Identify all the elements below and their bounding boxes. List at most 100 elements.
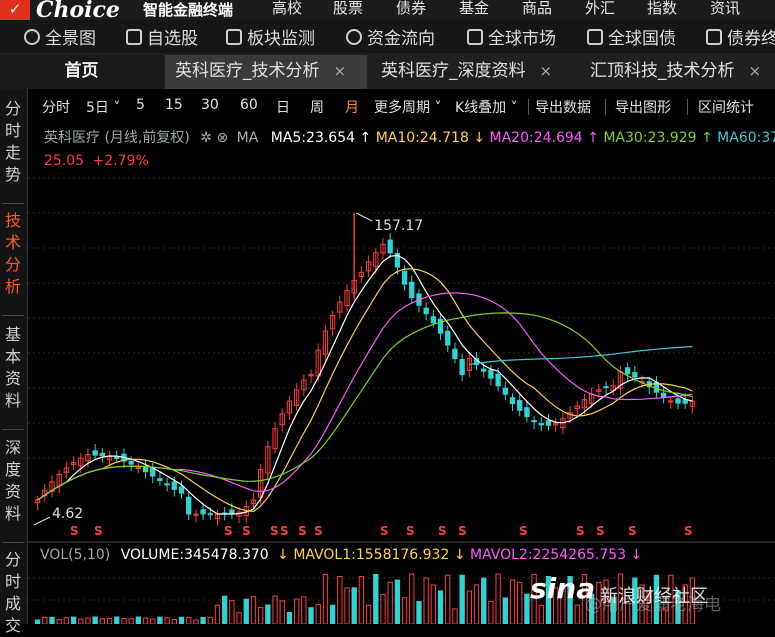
sidebar-item-deep[interactable]: 深度资料 (0, 437, 26, 525)
signal-marker-icon: S (576, 524, 585, 538)
period-week[interactable]: 周 (310, 97, 324, 117)
menu-item-news[interactable]: 资讯 (710, 0, 740, 18)
volume-bar (322, 573, 329, 624)
volume-bar (114, 616, 120, 624)
app-logo-subtitle: 智能金融终端 (143, 1, 234, 19)
menu-item-funds[interactable]: 基金 (459, 0, 489, 18)
export-data-button[interactable]: 导出数据 (535, 97, 591, 117)
candle-body (517, 400, 523, 411)
candlestick-chart[interactable]: 157.174.62S S S S S S S S S S S S S S S S S (28, 123, 775, 543)
ma5-value: MA5:23.654 (270, 130, 356, 146)
volume-bar (452, 608, 458, 624)
toolbar-label: 自选股 (147, 29, 198, 49)
signal-marker-icon: S (314, 524, 323, 538)
export-image-button[interactable]: 导出图形 (615, 97, 671, 117)
chevron-down-icon: ˅ (430, 100, 442, 116)
candle-body (675, 398, 681, 404)
period-toolbar: 分时 5日 ˅ 5 15 30 60 日 周 月 更多周期 ˅ K线叠加 ˅ 导… (28, 89, 775, 123)
period-intraday[interactable]: 分时 (42, 97, 70, 117)
period-5day[interactable]: 5日 ˅ (86, 97, 120, 117)
signal-marker-icon: S (380, 524, 389, 538)
toolbar-fund-flow[interactable]: 资金流向 (346, 24, 435, 49)
arrow-up-icon: ↑ (359, 130, 372, 146)
toolbar-panorama[interactable]: 全景图 (24, 24, 96, 49)
range-stats-button[interactable]: 区间统计 (698, 97, 754, 117)
volume-bar (394, 579, 401, 624)
volume-bar (214, 604, 221, 624)
menu-item-forex[interactable]: 外汇 (585, 0, 615, 18)
screen-icon (706, 28, 722, 45)
volume-bar (42, 616, 48, 624)
low-pointer-line (33, 516, 51, 526)
toolbar-sector-monitor[interactable]: 板块监测 (226, 24, 315, 49)
volume-bar (301, 596, 307, 624)
ma60-value: MA60:37 (717, 130, 775, 146)
candle-body (186, 496, 192, 515)
toolbar-bond-terminal[interactable]: 债券终 (706, 24, 775, 49)
candle-body (157, 478, 163, 482)
tab-label: 英科医疗_深度资料 (381, 61, 526, 81)
period-15min[interactable]: 15 (165, 97, 183, 113)
volume-bar (517, 581, 523, 624)
period-day[interactable]: 日 (276, 97, 290, 117)
volume-bar (178, 616, 185, 624)
volume-bar (258, 606, 264, 624)
toolbar-global-treasuries[interactable]: 全球国债 (587, 24, 676, 49)
volume-bar (56, 619, 62, 624)
period-60min[interactable]: 60 (240, 97, 258, 113)
close-icon[interactable]: ⊗ (216, 130, 228, 146)
candle-body (488, 369, 494, 379)
close-icon[interactable]: × (334, 62, 347, 80)
low-price-label: 4.62 (52, 506, 83, 522)
menu-item-bonds[interactable]: 债券 (396, 0, 426, 18)
close-icon[interactable]: × (749, 62, 762, 80)
volume-bar (437, 590, 444, 624)
sidebar-item-basic[interactable]: 基本资料 (0, 324, 26, 412)
globe-icon (24, 28, 40, 45)
sidebar-item-intraday[interactable]: 分时走势 (0, 98, 26, 186)
sidebar-item-technical[interactable]: 技术分析 (0, 210, 26, 298)
monitor-icon (226, 28, 242, 45)
sina-logo-icon: sina (530, 572, 595, 605)
chevron-down-icon: ˅ (108, 100, 121, 116)
sidebar-divider (2, 315, 24, 316)
volume-bar (135, 616, 141, 624)
signal-marker-icon: S (519, 524, 528, 538)
candle-body (495, 373, 501, 387)
mavol1-value: MAVOL1:1558176.932 (293, 547, 450, 563)
toolbar-watchlist[interactable]: 自选股 (126, 24, 198, 49)
menu-item-stocks[interactable]: 股票 (333, 0, 363, 18)
volume-bar (236, 612, 242, 624)
signal-marker-icon: S (242, 524, 251, 538)
high-price-label: 157.17 (374, 218, 423, 234)
toolbar-label: 债券终 (727, 29, 775, 49)
tab-huiding-technical[interactable]: 汇顶科技_技术分析 × (580, 55, 775, 89)
tab-yingke-technical[interactable]: 英科医疗_技术分析 × (165, 55, 367, 89)
document-icon (126, 28, 142, 45)
volume-bar (92, 616, 98, 624)
period-more[interactable]: 更多周期 ˅ (374, 97, 441, 117)
tab-yingke-deep[interactable]: 英科医疗_深度资料 × (371, 55, 577, 89)
period-month[interactable]: 月 (345, 97, 359, 117)
volume-bar (286, 611, 293, 624)
sidebar-item-label: 技术分析 (4, 211, 21, 296)
candle-body (128, 461, 134, 465)
kline-overlay[interactable]: K线叠加 ˅ (455, 97, 518, 117)
toolbar-divider (687, 99, 688, 115)
close-icon[interactable]: × (540, 62, 553, 80)
sidebar-divider (2, 429, 24, 430)
arrow-up-icon: ↑ (587, 130, 599, 146)
toolbar-global-markets[interactable]: 全球市场 (467, 24, 556, 49)
candle-body (668, 400, 674, 403)
menu-item-indices[interactable]: 指数 (647, 0, 677, 18)
arrow-down-icon: ↓ (473, 130, 486, 146)
candle-body (452, 348, 458, 360)
svg-text:sina: sina (530, 572, 595, 605)
gear-icon[interactable]: ✲ (200, 130, 212, 146)
tab-home[interactable]: 首页 (0, 55, 163, 89)
menu-item-college[interactable]: 高校 (272, 0, 302, 18)
menu-item-commodities[interactable]: 商品 (522, 0, 552, 18)
signal-marker-icon: S (684, 524, 693, 538)
period-30min[interactable]: 30 (201, 97, 219, 113)
period-5min[interactable]: 5 (136, 97, 145, 113)
